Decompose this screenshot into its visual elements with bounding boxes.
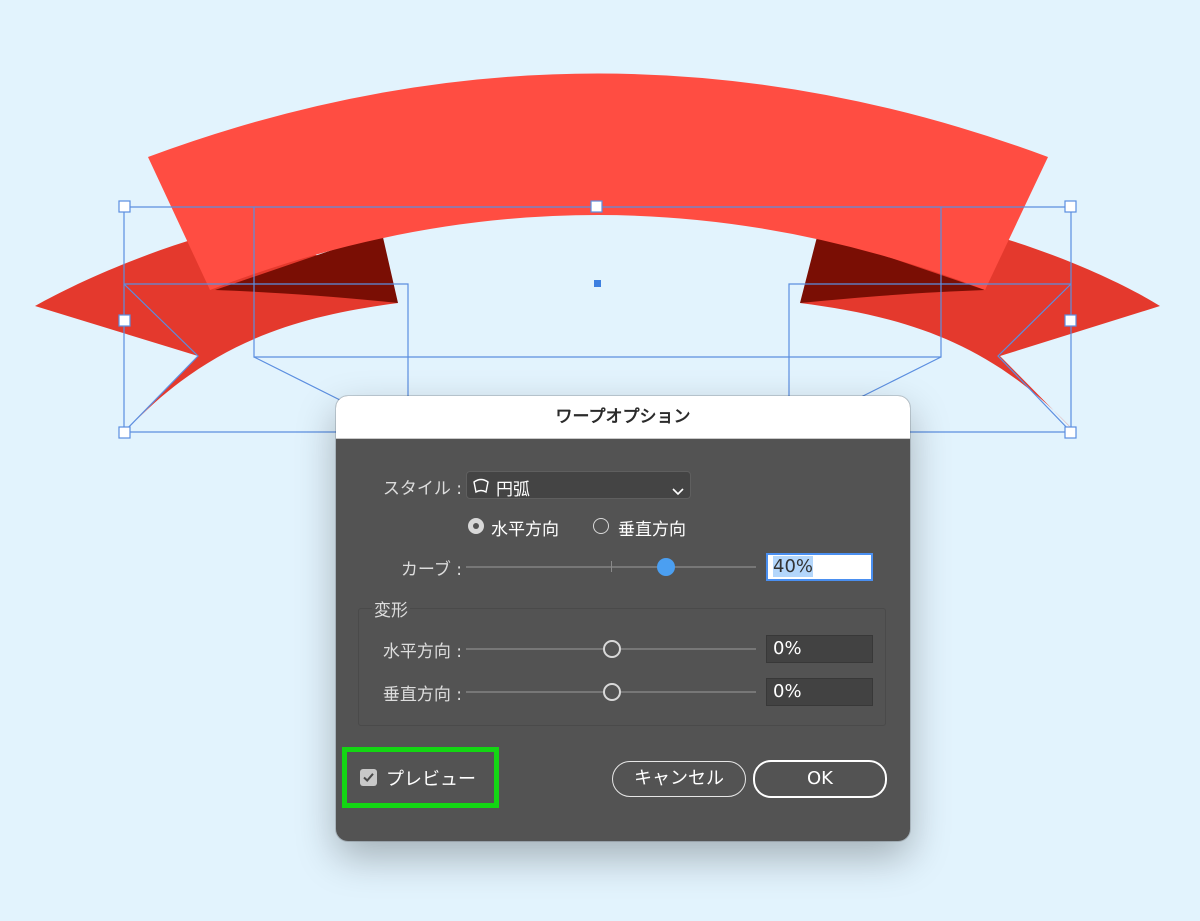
arc-warp-icon — [472, 477, 490, 498]
handle-top-right — [1064, 200, 1077, 213]
distort-vertical-label: 垂直方向 : — [382, 685, 462, 705]
bend-value-field[interactable]: 40% — [766, 553, 873, 581]
bend-value-text: 40% — [773, 556, 814, 577]
dialog-title: ワープオプション — [336, 396, 910, 439]
vertical-radio-label[interactable]: 垂直方向 — [618, 515, 686, 540]
horizontal-radio-label[interactable]: 水平方向 — [491, 515, 559, 540]
distort-horizontal-value-field[interactable]: 0% — [766, 635, 873, 663]
handle-middle-right — [1064, 314, 1077, 327]
handle-bottom-left — [118, 426, 131, 439]
distortion-group-label: 変形 — [372, 596, 410, 621]
handle-top-center — [590, 200, 603, 213]
ok-button[interactable]: OK — [753, 760, 887, 798]
style-dropdown[interactable]: 円弧 — [466, 471, 691, 500]
cancel-button[interactable]: キャンセル — [612, 761, 746, 797]
style-dropdown-value: 円弧 — [496, 480, 530, 500]
preview-highlight-box — [342, 747, 499, 808]
distortion-group — [358, 608, 886, 726]
bend-slider-thumb[interactable] — [657, 558, 675, 576]
horizontal-radio[interactable] — [468, 518, 484, 534]
distort-horizontal-slider-thumb[interactable] — [603, 640, 621, 658]
ribbon-front-band — [148, 73, 1048, 290]
distort-vertical-value-field[interactable]: 0% — [766, 678, 873, 706]
handle-bottom-right — [1064, 426, 1077, 439]
style-label: スタイル : — [382, 479, 462, 499]
bend-slider-center-tick — [611, 561, 612, 572]
center-point — [594, 280, 601, 287]
handle-top-left — [118, 200, 131, 213]
chevron-down-icon — [672, 481, 684, 500]
distort-vertical-slider-thumb[interactable] — [603, 683, 621, 701]
bend-label: カーブ : — [400, 560, 462, 580]
distort-horizontal-label: 水平方向 : — [382, 642, 462, 662]
handle-middle-left — [118, 314, 131, 327]
vertical-radio[interactable] — [593, 518, 609, 534]
